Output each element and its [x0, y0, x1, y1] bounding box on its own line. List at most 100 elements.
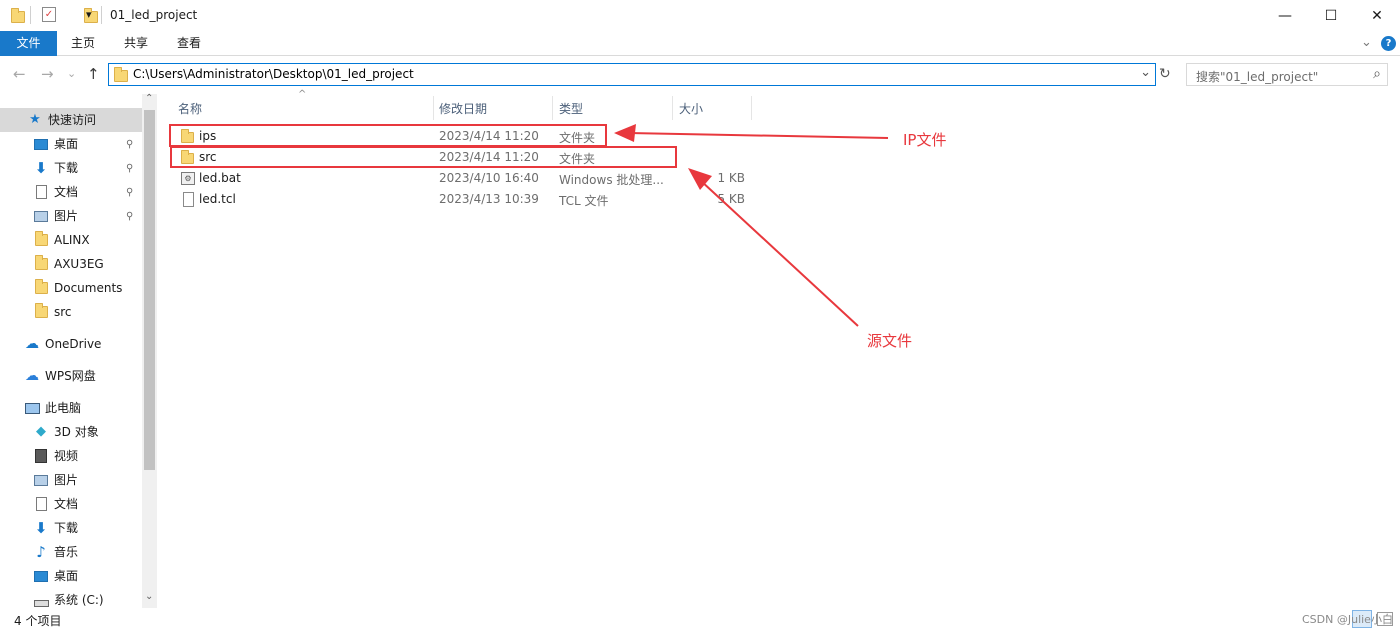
sidebar-scrollbar[interactable]: ⌃ ⌄	[142, 93, 157, 608]
sidebar-item-alinx[interactable]: ALINX	[33, 229, 90, 251]
refresh-button[interactable]: ↻	[1159, 66, 1171, 82]
item-count: 4 个项目	[14, 614, 62, 628]
desktop-icon	[33, 137, 49, 151]
address-text[interactable]: C:\Users\Administrator\Desktop\01_led_pr…	[133, 67, 414, 81]
file-type: TCL 文件	[559, 194, 609, 208]
close-button[interactable]: ✕	[1354, 0, 1400, 31]
address-dropdown-icon[interactable]: ⌄	[1140, 65, 1151, 80]
column-divider[interactable]	[433, 96, 434, 120]
sidebar-item-documents-folder[interactable]: Documents	[33, 277, 122, 299]
music-icon: ♪	[36, 543, 46, 561]
sidebar-item-label: WPS网盘	[45, 369, 96, 383]
tab-file[interactable]: 文件	[0, 31, 57, 56]
title-bar: ✓ ▾ 01_led_project — ☐ ✕	[0, 0, 1400, 31]
scroll-up-icon[interactable]: ⌃	[145, 93, 153, 104]
sidebar-item-label: 视频	[54, 449, 79, 463]
sidebar-item-onedrive[interactable]: ☁ OneDrive	[24, 333, 101, 355]
computer-icon	[24, 401, 40, 415]
sidebar-item-documents[interactable]: 文档	[33, 181, 78, 203]
folder-icon	[33, 279, 49, 295]
drive-icon	[33, 593, 49, 607]
forward-button[interactable]: →	[41, 65, 54, 83]
annotation-box-ips	[169, 124, 607, 147]
help-icon[interactable]: ?	[1381, 36, 1396, 51]
search-box[interactable]: 搜索"01_led_project" ⌕	[1186, 63, 1388, 86]
sidebar-item-quick-access[interactable]: ★ 快速访问	[27, 109, 96, 131]
sidebar-item-label: 桌面	[54, 569, 79, 583]
sidebar-item-pc-documents[interactable]: 文档	[33, 493, 78, 515]
sort-indicator-icon: ^	[298, 89, 307, 100]
pin-icon[interactable]: ⚲	[126, 211, 133, 222]
picture-icon	[33, 209, 49, 223]
sidebar-item-label: 桌面	[54, 137, 79, 151]
sidebar-item-label: 文档	[54, 185, 79, 199]
sidebar-item-label: src	[54, 305, 72, 319]
tab-share[interactable]: 共享	[114, 31, 158, 56]
file-list: ^ 名称 修改日期 类型 大小 ips 2023/4/14 11:20 文件夹 …	[157, 89, 1400, 608]
column-header-name[interactable]: 名称	[178, 100, 202, 117]
sidebar-item-downloads[interactable]: ⬇ 下载	[33, 157, 78, 179]
column-header-size[interactable]: 大小	[679, 100, 703, 117]
star-icon: ★	[29, 112, 41, 127]
folder-icon	[11, 8, 25, 23]
maximize-button[interactable]: ☐	[1308, 0, 1354, 31]
file-date: 2023/4/10 16:40	[439, 171, 539, 185]
address-bar[interactable]: C:\Users\Administrator\Desktop\01_led_pr…	[108, 63, 1156, 86]
back-button[interactable]: ←	[13, 65, 26, 83]
up-button[interactable]: ↑	[87, 65, 100, 83]
pin-icon[interactable]: ⚲	[126, 187, 133, 198]
cube-icon: ◆	[36, 424, 46, 439]
sidebar-item-label: 3D 对象	[54, 425, 99, 439]
sidebar-item-3d-objects[interactable]: ◆ 3D 对象	[33, 421, 99, 443]
divider	[30, 6, 31, 24]
sidebar-item-label: 图片	[54, 209, 79, 223]
column-header-date[interactable]: 修改日期	[439, 100, 487, 117]
annotation-box-src	[170, 146, 677, 168]
column-divider[interactable]	[552, 96, 553, 120]
scrollbar-thumb[interactable]	[144, 110, 155, 470]
document-icon	[33, 185, 49, 199]
folder-icon	[33, 255, 49, 271]
sidebar-item-desktop[interactable]: 桌面	[33, 133, 78, 155]
pin-icon[interactable]: ⚲	[126, 139, 133, 150]
search-input[interactable]: 搜索"01_led_project"	[1196, 68, 1318, 85]
minimize-button[interactable]: —	[1262, 0, 1308, 31]
tab-home[interactable]: 主页	[61, 31, 105, 56]
folder-icon	[114, 67, 128, 82]
file-type: Windows 批处理...	[559, 173, 664, 187]
picture-icon	[33, 473, 49, 487]
sidebar-item-pc-desktop[interactable]: 桌面	[33, 565, 78, 587]
sidebar-item-pictures[interactable]: 图片	[33, 205, 78, 227]
cloud-icon: ☁	[25, 336, 39, 352]
document-icon	[33, 497, 49, 511]
file-row[interactable]: led.tcl 2023/4/13 10:39 TCL 文件 5 KB	[171, 189, 761, 210]
download-icon: ⬇	[34, 159, 48, 177]
sidebar-item-src[interactable]: src	[33, 301, 72, 323]
customize-toolbar-icon[interactable]: ▾	[86, 8, 92, 26]
file-size: 5 KB	[717, 192, 745, 206]
annotation-label-src: 源文件	[867, 332, 913, 350]
expand-ribbon-icon[interactable]: ⌄	[1361, 35, 1372, 50]
annotation-label-ip: IP文件	[903, 131, 947, 149]
column-divider[interactable]	[672, 96, 673, 120]
column-divider[interactable]	[751, 96, 752, 120]
sidebar-item-pc-pictures[interactable]: 图片	[33, 469, 78, 491]
sidebar-item-videos[interactable]: 视频	[33, 445, 78, 467]
sidebar-item-wps[interactable]: ☁ WPS网盘	[24, 365, 96, 387]
sidebar-item-music[interactable]: ♪ 音乐	[33, 541, 78, 563]
scroll-down-icon[interactable]: ⌄	[145, 591, 153, 602]
sidebar-item-label: 下载	[54, 521, 79, 535]
sidebar-item-label: 此电脑	[45, 401, 82, 415]
window-title: 01_led_project	[110, 8, 198, 22]
pin-icon[interactable]: ⚲	[126, 163, 133, 174]
sidebar-item-this-pc[interactable]: 此电脑	[24, 397, 81, 419]
search-icon[interactable]: ⌕	[1373, 66, 1381, 82]
properties-icon[interactable]: ✓	[42, 7, 56, 22]
film-icon	[33, 449, 49, 463]
recent-locations-button[interactable]: ⌄	[67, 67, 76, 80]
sidebar-item-pc-downloads[interactable]: ⬇ 下载	[33, 517, 78, 539]
tab-view[interactable]: 查看	[167, 31, 211, 56]
column-header-type[interactable]: 类型	[559, 100, 583, 117]
file-row[interactable]: ⚙ led.bat 2023/4/10 16:40 Windows 批处理...…	[171, 168, 761, 189]
sidebar-item-axu3eg[interactable]: AXU3EG	[33, 253, 104, 275]
